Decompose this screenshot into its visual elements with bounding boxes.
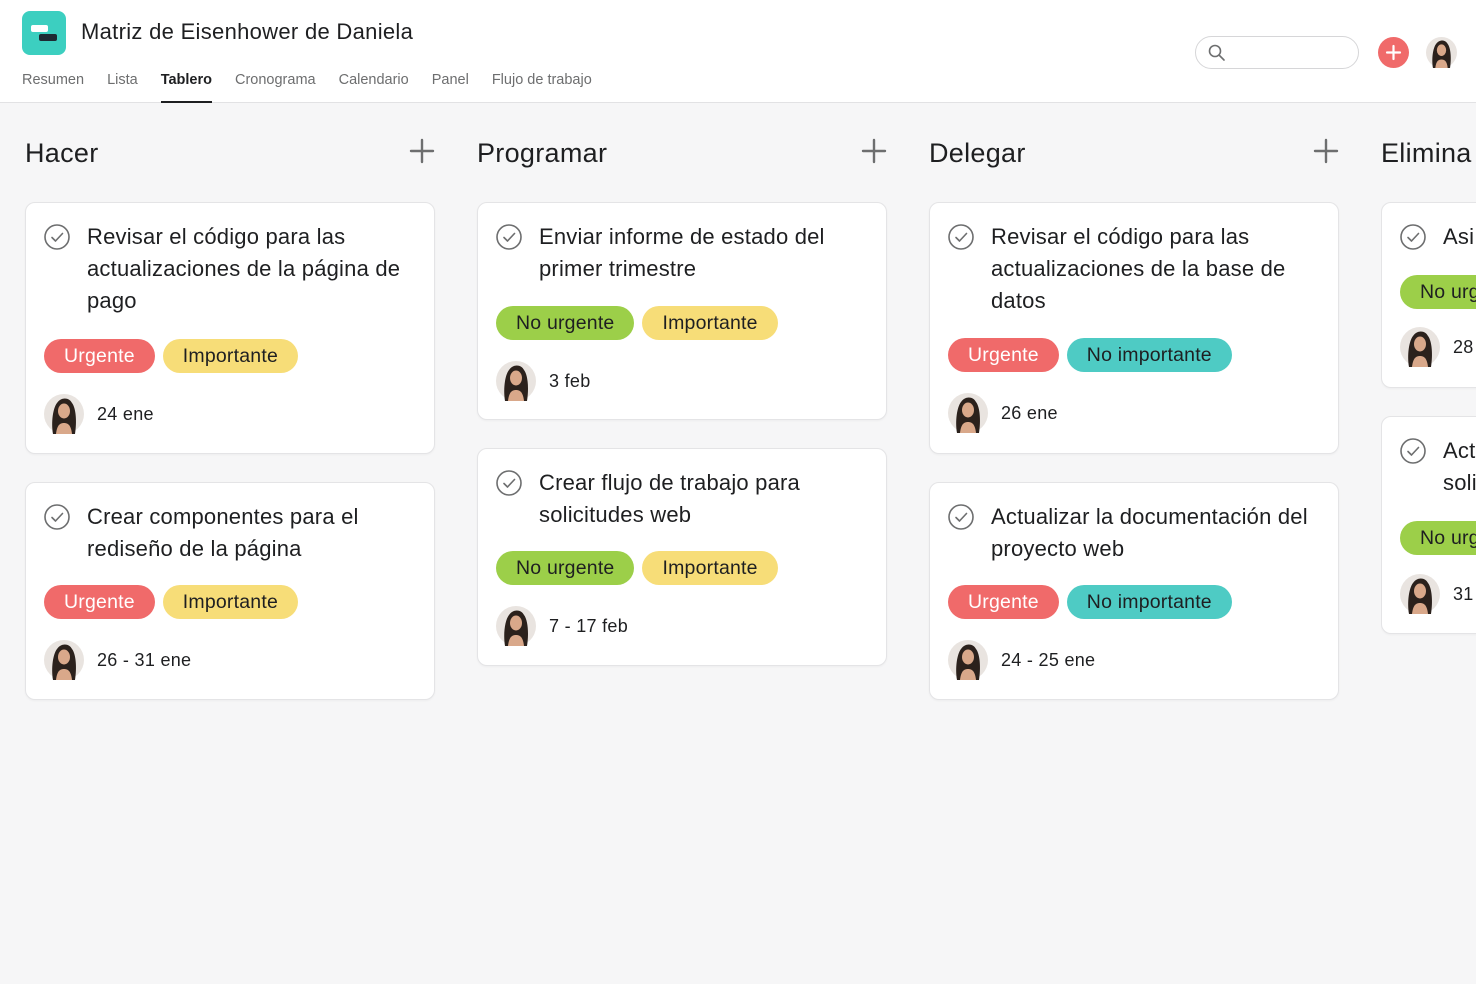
task-card[interactable]: Revisar el código para las actualizacion…: [25, 202, 435, 454]
task-card[interactable]: Enviar informe de estado del primer trim…: [477, 202, 887, 420]
column-title: Hacer: [25, 138, 99, 168]
tag-not-important: No importante: [1066, 585, 1232, 619]
task-card[interactable]: Revisar el código para las actualizacion…: [929, 202, 1339, 454]
due-date[interactable]: 31: [1453, 584, 1474, 605]
complete-check-icon[interactable]: [495, 469, 523, 497]
column-title: Programar: [477, 138, 608, 168]
column-title: Delegar: [929, 138, 1026, 168]
task-meta: 26 - 31 ene: [44, 640, 191, 680]
quick-add-button[interactable]: [1378, 37, 1409, 68]
tag-urgent: Urgente: [948, 338, 1059, 372]
complete-check-icon[interactable]: [495, 223, 523, 251]
task-title: Revisar el código para las actualizacion…: [87, 224, 401, 313]
task-card[interactable]: Act soli No urg 31: [1381, 416, 1476, 634]
search-icon: [1208, 44, 1225, 61]
tab-flujo-de-trabajo[interactable]: Flujo de trabajo: [492, 70, 592, 103]
task-tags: No urgente Importante: [496, 306, 778, 340]
tag-important: Importante: [162, 585, 298, 619]
task-tags: No urg: [1400, 275, 1476, 309]
task-tags: Urgente Importante: [44, 339, 298, 373]
task-title: Crear componentes para el rediseño de la…: [87, 504, 359, 561]
task-card[interactable]: Crear flujo de trabajo para solicitudes …: [477, 448, 887, 666]
tab-panel[interactable]: Panel: [432, 70, 469, 103]
assignee-avatar[interactable]: [948, 640, 988, 680]
tag-not-urgent: No urgente: [496, 306, 635, 340]
assignee-avatar[interactable]: [496, 606, 536, 646]
due-date[interactable]: 24 ene: [97, 404, 154, 425]
due-date[interactable]: 24 - 25 ene: [1001, 650, 1095, 671]
search-input[interactable]: [1195, 36, 1359, 69]
task-title: Revisar el código para las actualizacion…: [991, 224, 1286, 313]
assignee-avatar[interactable]: [948, 393, 988, 433]
task-card[interactable]: Asi No urg 28: [1381, 202, 1476, 388]
tag-urgent: Urgente: [948, 585, 1059, 619]
tag-important: Importante: [642, 551, 778, 585]
project-logo-icon[interactable]: [22, 11, 66, 55]
task-title: Enviar informe de estado del primer trim…: [539, 224, 825, 281]
tag-not-urgent: No urg: [1400, 521, 1476, 555]
complete-check-icon[interactable]: [947, 503, 975, 531]
add-task-plus-icon[interactable]: [409, 138, 435, 164]
task-title: Actualizar la documentación del proyecto…: [991, 504, 1308, 561]
tag-not-important: No importante: [1066, 338, 1232, 372]
tag-not-urgent: No urgente: [496, 551, 635, 585]
tag-urgent: Urgente: [44, 339, 155, 373]
due-date[interactable]: 26 - 31 ene: [97, 650, 191, 671]
complete-check-icon[interactable]: [43, 223, 71, 251]
add-task-plus-icon[interactable]: [861, 138, 887, 164]
complete-check-icon[interactable]: [947, 223, 975, 251]
top-bar: Matriz de Eisenhower de Daniela Resumen …: [0, 0, 1476, 103]
task-tags: Urgente Importante: [44, 585, 298, 619]
board-column-eliminar: Elimina Asi No urg 28 Act soli No urg 31: [1381, 104, 1476, 984]
task-meta: 3 feb: [496, 361, 591, 401]
column-title: Elimina: [1381, 138, 1472, 168]
complete-check-icon[interactable]: [1399, 223, 1427, 251]
assignee-avatar[interactable]: [44, 640, 84, 680]
complete-check-icon[interactable]: [43, 503, 71, 531]
due-date[interactable]: 26 ene: [1001, 403, 1058, 424]
task-meta: 26 ene: [948, 393, 1058, 433]
user-avatar[interactable]: [1426, 37, 1457, 68]
complete-check-icon[interactable]: [1399, 437, 1427, 465]
tab-calendario[interactable]: Calendario: [339, 70, 409, 103]
due-date[interactable]: 3 feb: [549, 371, 591, 392]
tag-important: Importante: [642, 306, 778, 340]
task-title: Act soli: [1443, 438, 1476, 495]
add-task-plus-icon[interactable]: [1313, 138, 1339, 164]
assignee-avatar[interactable]: [44, 394, 84, 434]
tab-lista[interactable]: Lista: [107, 70, 138, 103]
assignee-avatar[interactable]: [496, 361, 536, 401]
tab-cronograma[interactable]: Cronograma: [235, 70, 316, 103]
task-card[interactable]: Crear componentes para el rediseño de la…: [25, 482, 435, 700]
task-tags: No urgente Importante: [496, 551, 778, 585]
tab-tablero[interactable]: Tablero: [160, 70, 213, 103]
due-date[interactable]: 7 - 17 feb: [549, 616, 628, 637]
task-meta: 31: [1400, 574, 1474, 614]
tab-resumen[interactable]: Resumen: [22, 70, 84, 103]
tag-important: Importante: [162, 339, 298, 373]
tag-not-urgent: No urg: [1400, 275, 1476, 309]
task-card[interactable]: Actualizar la documentación del proyecto…: [929, 482, 1339, 700]
due-date[interactable]: 28: [1453, 337, 1474, 358]
project-tabs: Resumen Lista Tablero Cronograma Calenda…: [22, 70, 592, 103]
task-meta: 24 - 25 ene: [948, 640, 1095, 680]
task-meta: 24 ene: [44, 394, 154, 434]
task-tags: Urgente No importante: [948, 585, 1232, 619]
task-title: Crear flujo de trabajo para solicitudes …: [539, 470, 800, 527]
task-title: Asi: [1443, 224, 1475, 249]
task-meta: 7 - 17 feb: [496, 606, 628, 646]
tag-urgent: Urgente: [44, 585, 155, 619]
task-tags: Urgente No importante: [948, 338, 1232, 372]
task-meta: 28: [1400, 327, 1474, 367]
assignee-avatar[interactable]: [1400, 327, 1440, 367]
plus-icon: [1385, 44, 1402, 61]
task-tags: No urg: [1400, 521, 1476, 555]
project-title: Matriz de Eisenhower de Daniela: [81, 19, 414, 44]
assignee-avatar[interactable]: [1400, 574, 1440, 614]
